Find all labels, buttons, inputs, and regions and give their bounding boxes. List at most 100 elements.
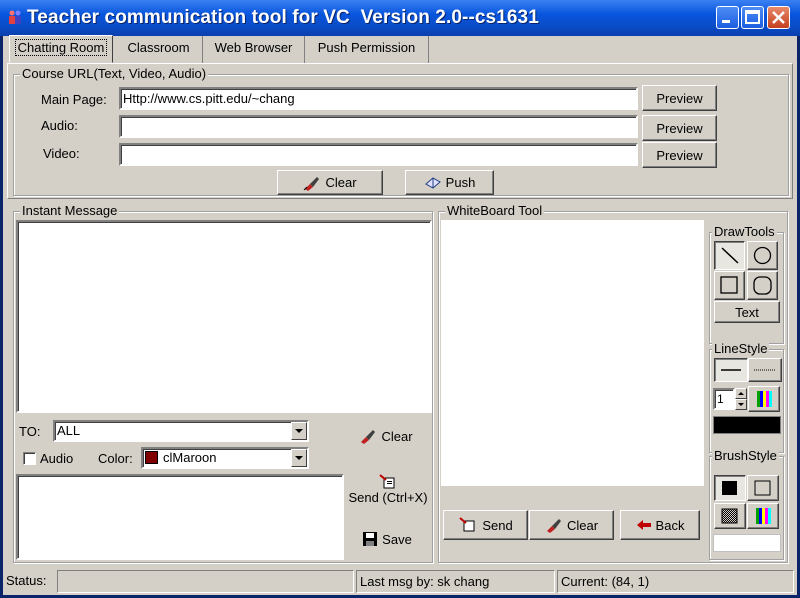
line-width-spinner[interactable]: [735, 388, 747, 410]
line-width-input[interactable]: 1: [713, 388, 735, 410]
preview-video-button[interactable]: Preview: [642, 142, 717, 168]
eraser-icon: [361, 430, 376, 444]
send-icon: [379, 474, 395, 489]
eraser-icon: [304, 176, 320, 191]
tab-chatting-room[interactable]: Chatting Room: [9, 35, 113, 63]
audio-url-input[interactable]: [119, 115, 638, 138]
eraser-icon: [546, 519, 561, 533]
tab-classroom[interactable]: Classroom: [115, 36, 203, 63]
rectangle-tool-button[interactable]: [714, 271, 745, 300]
status-label: Status:: [6, 573, 47, 588]
floppy-disk-icon: [363, 532, 378, 546]
close-icon: [772, 11, 785, 24]
spin-down-icon[interactable]: [735, 399, 747, 410]
color-palette-icon: [756, 508, 771, 524]
ellipse-tool-button[interactable]: [747, 241, 778, 270]
push-button[interactable]: Push: [405, 170, 494, 195]
dotted-line-button[interactable]: [748, 358, 782, 382]
pattern-fill-icon: [721, 508, 738, 524]
line-tool-button[interactable]: [714, 241, 745, 270]
solid-fill-icon: [722, 481, 737, 495]
dotted-line-icon: [754, 369, 776, 371]
minimize-icon: [722, 20, 730, 23]
maximize-icon: [745, 10, 760, 24]
linestyle-label: LineStyle: [712, 341, 770, 357]
push-icon: [424, 176, 441, 189]
linestyle-group: LineStyle 1: [709, 341, 784, 453]
brush-color-preview: [713, 534, 781, 552]
empty-fill-icon: [754, 480, 771, 496]
last-message-by: Last msg by: sk chang: [356, 570, 555, 593]
tab-strip: Chatting Room Classroom Web Browser Push…: [7, 35, 793, 64]
preview-main-button[interactable]: Preview: [642, 85, 717, 111]
circle-tool-icon: [753, 246, 772, 265]
tab-push-permission[interactable]: Push Permission: [305, 36, 429, 63]
client-area: Chatting Room Classroom Web Browser Push…: [3, 35, 797, 595]
color-palette-icon: [757, 391, 772, 407]
send-message-button[interactable]: Send (Ctrl+X): [348, 474, 428, 505]
save-button[interactable]: Save: [354, 527, 420, 551]
whiteboard-send-button[interactable]: Send: [443, 510, 528, 540]
clear-brush-button[interactable]: [747, 475, 779, 501]
status-bar: Status: Last msg by: sk chang Current: (…: [3, 569, 797, 595]
url-clear-button[interactable]: Clear: [277, 170, 383, 195]
status-value: [57, 570, 354, 593]
whiteboard-back-button[interactable]: Back: [620, 510, 700, 540]
solid-brush-button[interactable]: [714, 475, 746, 501]
pattern-brush-button[interactable]: [714, 503, 746, 529]
instant-message-group: Instant Message TO: ALL Clear Audio Colo…: [13, 203, 433, 563]
color-label: Color:: [98, 451, 133, 466]
chevron-down-icon[interactable]: [291, 449, 307, 467]
whiteboard-group: WhiteBoard Tool Send Clear Back DrawTool…: [438, 203, 788, 563]
message-history-area[interactable]: [16, 220, 432, 413]
color-select[interactable]: clMaroon: [141, 447, 309, 469]
main-page-input[interactable]: Http://www.cs.pitt.edu/~chang: [119, 87, 638, 110]
color-swatch: [145, 451, 158, 464]
minimize-button[interactable]: [716, 6, 739, 29]
to-label: TO:: [19, 424, 41, 439]
cursor-position: Current: (84, 1): [557, 570, 794, 593]
course-url-group: Course URL(Text, Video, Audio) Main Page…: [13, 66, 789, 196]
app-icon: [9, 10, 21, 24]
title-bar[interactable]: Teacher communication tool for VC Versio…: [0, 0, 800, 36]
whiteboard-label: WhiteBoard Tool: [445, 203, 545, 219]
rounded-rect-tool-button[interactable]: [747, 271, 778, 300]
message-compose-area[interactable]: [16, 474, 344, 560]
main-page-label: Main Page:: [41, 92, 107, 107]
close-button[interactable]: [767, 6, 790, 29]
message-clear-button[interactable]: Clear: [350, 423, 422, 449]
line-color-preview: [713, 416, 781, 434]
course-url-label: Course URL(Text, Video, Audio): [20, 66, 209, 82]
brushstyle-group: BrushStyle: [709, 448, 784, 560]
arrow-left-icon: [636, 520, 651, 530]
preview-audio-button[interactable]: Preview: [642, 115, 717, 141]
rectangle-tool-icon: [720, 276, 738, 294]
instant-message-label: Instant Message: [20, 203, 120, 219]
whiteboard-clear-button[interactable]: Clear: [529, 510, 614, 540]
tab-panel: Course URL(Text, Video, Audio) Main Page…: [7, 63, 793, 199]
brushstyle-label: BrushStyle: [712, 448, 779, 464]
audio-checkbox-label: Audio: [40, 451, 74, 466]
to-recipient-select[interactable]: ALL: [53, 420, 309, 442]
tab-web-browser[interactable]: Web Browser: [203, 36, 305, 63]
rounded-rectangle-tool-icon: [753, 276, 772, 295]
text-tool-button[interactable]: Text: [714, 301, 780, 323]
video-url-label: Video:: [43, 146, 80, 161]
line-tool-icon: [721, 247, 739, 264]
spin-up-icon[interactable]: [735, 388, 747, 399]
whiteboard-canvas[interactable]: [441, 220, 704, 486]
window-title: Teacher communication tool for VC Versio…: [27, 7, 539, 28]
drawtools-label: DrawTools: [712, 224, 777, 240]
solid-line-button[interactable]: [714, 358, 748, 382]
line-color-button[interactable]: [748, 386, 780, 412]
app-window: Teacher communication tool for VC Versio…: [0, 0, 800, 598]
video-url-input[interactable]: [119, 143, 638, 166]
chevron-down-icon[interactable]: [291, 422, 307, 440]
audio-url-label: Audio:: [41, 118, 78, 133]
solid-line-icon: [721, 369, 741, 371]
drawtools-group: DrawTools Text: [709, 224, 784, 344]
maximize-button[interactable]: [741, 6, 764, 29]
brush-color-button[interactable]: [747, 503, 779, 529]
send-icon: [459, 517, 475, 532]
audio-checkbox[interactable]: [23, 452, 36, 465]
